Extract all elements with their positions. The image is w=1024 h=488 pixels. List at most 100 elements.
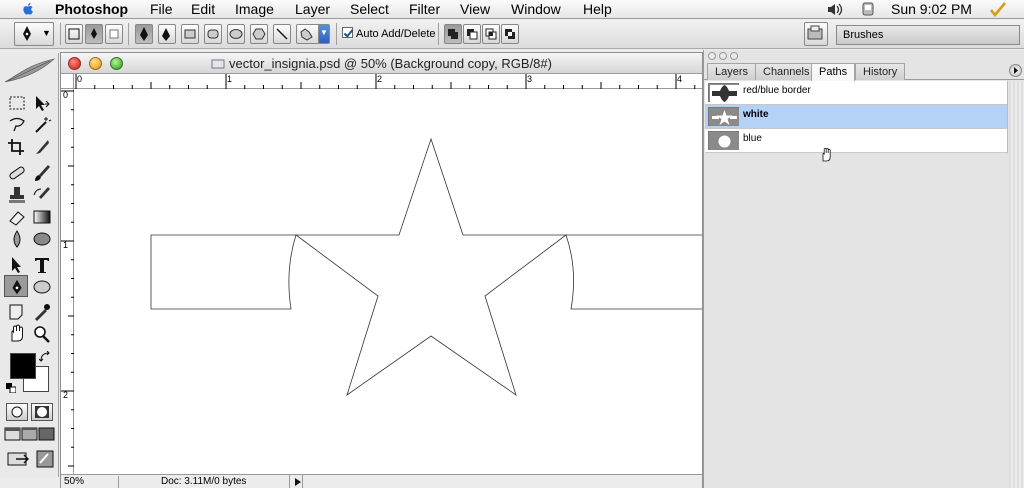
- dodge-tool-icon[interactable]: [31, 229, 53, 249]
- blur-tool-icon[interactable]: [6, 229, 28, 249]
- healing-brush-tool-icon[interactable]: [6, 163, 28, 183]
- path-row-blue[interactable]: blue: [705, 129, 1007, 153]
- menu-filter[interactable]: Filter: [409, 1, 440, 18]
- standard-screen-mode-icon[interactable]: [4, 426, 21, 442]
- vertical-ruler[interactable]: 0 1 2: [61, 89, 74, 474]
- divider: [60, 23, 61, 45]
- palette-well-button[interactable]: [804, 22, 828, 46]
- jump-to-imageready-icon[interactable]: [6, 449, 30, 469]
- horizontal-ruler[interactable]: 0 1 2 3 4: [74, 74, 702, 89]
- eraser-tool-icon[interactable]: [6, 207, 28, 227]
- polygon-button[interactable]: [250, 24, 268, 44]
- document-canvas[interactable]: [75, 90, 702, 474]
- eyedropper-tool-icon[interactable]: [31, 302, 53, 322]
- ellipse-icon: [229, 29, 243, 39]
- auto-add-delete-checkbox[interactable]: Auto Add/Delete: [342, 27, 436, 40]
- path-row-red-blue-border[interactable]: red/blue border: [705, 81, 1007, 105]
- rectangle-button[interactable]: [181, 24, 199, 44]
- imageready-icon[interactable]: [34, 449, 56, 469]
- menu-layer[interactable]: Layer: [295, 1, 330, 18]
- menu-bar: Photoshop File Edit Image Layer Select F…: [0, 0, 1024, 19]
- full-screen-mode-icon[interactable]: [38, 426, 55, 442]
- palette-close-icon[interactable]: [708, 52, 716, 60]
- menu-app-name[interactable]: Photoshop: [55, 1, 128, 18]
- chevron-down-icon: ▼: [42, 28, 51, 38]
- add-to-path-icon: [448, 29, 458, 39]
- sync-icon[interactable]: [860, 1, 876, 17]
- feather-logo-icon[interactable]: [2, 56, 57, 86]
- document-title-row: vector_insignia.psd @ 50% (Background co…: [61, 56, 702, 71]
- ellipse-button[interactable]: [227, 24, 245, 44]
- notes-tool-icon[interactable]: [6, 302, 28, 322]
- checkbox-box[interactable]: [342, 27, 353, 38]
- palette-menu-button[interactable]: [1009, 64, 1022, 77]
- apple-icon[interactable]: [20, 1, 36, 17]
- standard-mode-button[interactable]: [6, 403, 28, 421]
- shape-layers-icon: [68, 28, 80, 40]
- path-selection-tool-icon[interactable]: [6, 255, 28, 275]
- intersect-path-button[interactable]: [482, 24, 500, 44]
- freeform-pen-button[interactable]: [158, 24, 176, 44]
- palette-minimize-icon[interactable]: [719, 52, 727, 60]
- add-to-path-button[interactable]: [444, 24, 462, 44]
- menu-edit[interactable]: Edit: [191, 1, 215, 18]
- path-thumbnail-icon: [710, 109, 739, 126]
- lasso-tool-icon[interactable]: [6, 115, 28, 135]
- path-label: red/blue border: [743, 85, 811, 96]
- history-brush-tool-icon[interactable]: [31, 185, 53, 205]
- status-menu-button[interactable]: [289, 475, 303, 488]
- menu-clock[interactable]: Sun 9:02 PM: [891, 1, 972, 18]
- document-title-bar[interactable]: vector_insignia.psd @ 50% (Background co…: [61, 53, 702, 74]
- hand-tool-icon[interactable]: [6, 324, 28, 344]
- path-row-white[interactable]: white: [705, 105, 1007, 129]
- rounded-rectangle-button[interactable]: [204, 24, 222, 44]
- menu-image[interactable]: Image: [235, 1, 274, 18]
- line-button[interactable]: [273, 24, 291, 44]
- exclude-path-button[interactable]: [501, 24, 519, 44]
- zoom-level-field[interactable]: 50%: [64, 476, 119, 488]
- marquee-tool-icon[interactable]: [6, 93, 28, 113]
- brushes-palette-tab[interactable]: Brushes: [836, 25, 1020, 45]
- paths-mode-button[interactable]: [85, 24, 103, 44]
- default-colors-icon[interactable]: [6, 383, 16, 393]
- gradient-tool-icon[interactable]: [31, 207, 53, 227]
- palette-scrollbar[interactable]: [1009, 81, 1024, 488]
- tab-layers[interactable]: Layers: [707, 63, 757, 80]
- menu-select[interactable]: Select: [350, 1, 389, 18]
- pen-button[interactable]: [135, 24, 153, 44]
- slice-tool-icon[interactable]: [31, 137, 53, 157]
- document-proxy-icon[interactable]: [211, 59, 225, 69]
- checkmark-icon[interactable]: [990, 2, 1006, 17]
- clone-stamp-tool-icon[interactable]: [6, 185, 28, 205]
- tool-preset-picker[interactable]: ▼: [14, 22, 54, 46]
- menu-file[interactable]: File: [150, 1, 173, 18]
- crop-tool-icon[interactable]: [6, 137, 28, 157]
- type-tool-icon[interactable]: [31, 255, 53, 275]
- rectangle-icon: [184, 29, 196, 39]
- quick-mask-button[interactable]: [31, 403, 53, 421]
- swap-colors-icon[interactable]: [39, 351, 51, 363]
- menu-window[interactable]: Window: [511, 1, 561, 18]
- zoom-tool-icon[interactable]: [31, 324, 53, 344]
- foreground-color-swatch-top[interactable]: [10, 353, 36, 379]
- palette-zoom-icon[interactable]: [730, 52, 738, 60]
- subtract-from-path-button[interactable]: [463, 24, 481, 44]
- tab-channels[interactable]: Channels: [755, 63, 818, 80]
- vertical-ruler-ticks: [61, 90, 74, 467]
- tab-history[interactable]: History: [855, 63, 906, 80]
- brush-tool-icon[interactable]: [31, 163, 53, 183]
- volume-icon[interactable]: [826, 2, 844, 17]
- menu-view[interactable]: View: [460, 1, 490, 18]
- custom-shape-button[interactable]: [296, 24, 320, 44]
- move-tool-icon[interactable]: [31, 93, 53, 113]
- magic-wand-tool-icon[interactable]: [31, 115, 53, 135]
- shape-layers-button[interactable]: [65, 24, 83, 44]
- ruler-origin[interactable]: [61, 74, 74, 89]
- tab-paths[interactable]: Paths: [811, 63, 856, 81]
- fill-pixels-button[interactable]: [105, 24, 123, 44]
- menu-help[interactable]: Help: [583, 1, 612, 18]
- pen-tool-active[interactable]: [4, 275, 28, 297]
- geometry-options-button[interactable]: ▼: [318, 24, 330, 44]
- ellipse-shape-tool-icon[interactable]: [31, 277, 53, 297]
- full-screen-menu-icon[interactable]: [21, 426, 38, 442]
